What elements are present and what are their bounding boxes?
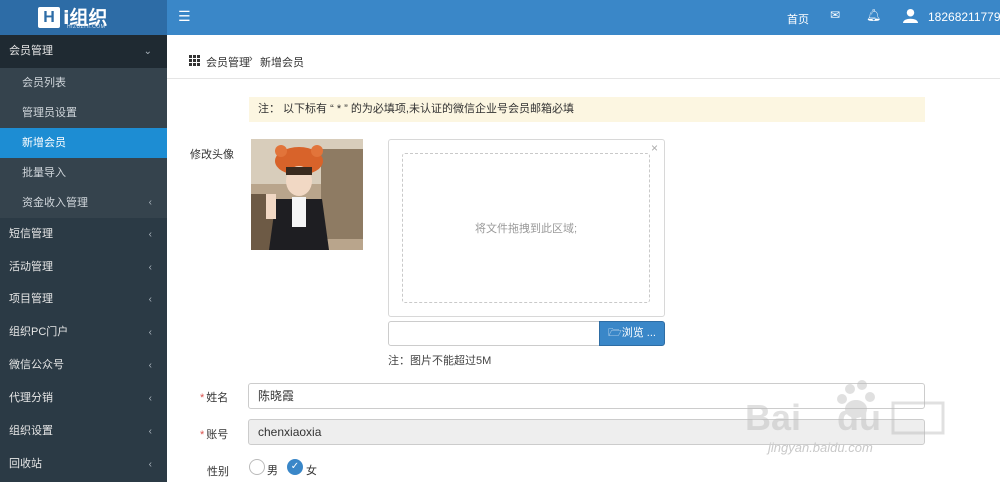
folder-open-icon: 🗁︎ bbox=[608, 327, 622, 339]
sidebar-group-wechat[interactable]: 微信公众号 ‹ bbox=[0, 349, 167, 382]
logo[interactable]: H i组织 HIZUZHI.COM bbox=[0, 0, 167, 35]
sidebar: 会员管理 ⌄ 会员列表 管理员设置 新增会员 批量导入 资金收入管理 ‹ 短信管… bbox=[0, 35, 167, 482]
name-label: 姓名 bbox=[206, 392, 229, 404]
sidebar-group-label: 代理分销 bbox=[9, 392, 53, 404]
account-label-row: * 账号 bbox=[200, 426, 228, 442]
chevron-left-icon: ‹ bbox=[148, 197, 152, 208]
avatar-image bbox=[251, 139, 363, 250]
home-link[interactable]: 首页 bbox=[787, 11, 809, 27]
breadcrumb-item[interactable]: 会员管理 bbox=[206, 54, 250, 70]
browse-button-label: 浏览 ... bbox=[621, 327, 656, 339]
chevron-left-icon: ‹ bbox=[148, 393, 152, 404]
close-icon[interactable]: × bbox=[651, 141, 658, 155]
sidebar-group-agency[interactable]: 代理分销 ‹ bbox=[0, 382, 167, 415]
browse-button[interactable]: 🗁︎浏览 ... bbox=[599, 321, 665, 346]
file-drop-zone[interactable]: 将文件拖拽到此区域; bbox=[402, 153, 650, 303]
sidebar-group-member[interactable]: 会员管理 ⌄ bbox=[0, 35, 167, 68]
sidebar-group-label: 回收站 bbox=[9, 458, 42, 470]
chevron-left-icon: ‹ bbox=[148, 360, 152, 371]
gender-label: 性别 bbox=[207, 466, 229, 478]
sidebar-group-label: 微信公众号 bbox=[9, 359, 64, 371]
gender-radio-female[interactable]: ✓ bbox=[287, 459, 303, 475]
watermark-url: jingyan.baidu.com bbox=[768, 440, 873, 455]
sidebar-group-pc-portal[interactable]: 组织PC门户 ‹ bbox=[0, 316, 167, 349]
sidebar-item-add-member[interactable]: 新增会员 bbox=[0, 128, 167, 158]
breadcrumb-separator: › bbox=[249, 53, 253, 65]
breadcrumb-current: 新增会员 bbox=[260, 57, 304, 69]
gender-option-male: 男 bbox=[267, 465, 278, 477]
upload-preview-box: × 将文件拖拽到此区域; bbox=[388, 139, 665, 317]
username[interactable]: 18268211779 bbox=[928, 10, 1000, 24]
sidebar-item-funds-income[interactable]: 资金收入管理 ‹ bbox=[0, 188, 167, 218]
required-notice: 注： 以下标有 “ * ” 的为必填项,未认证的微信企业号会员邮箱必填 bbox=[249, 97, 925, 122]
envelope-icon[interactable]: ✉ bbox=[830, 8, 840, 22]
grid-icon bbox=[189, 55, 200, 66]
chevron-left-icon: ‹ bbox=[148, 294, 152, 305]
gender-radio-male[interactable] bbox=[249, 459, 265, 475]
name-label-row: * 姓名 bbox=[200, 389, 228, 405]
sidebar-group-label: 会员管理 bbox=[9, 45, 53, 57]
logo-subtext: HIZUZHI.COM bbox=[67, 24, 106, 30]
chevron-left-icon: ‹ bbox=[148, 327, 152, 338]
sidebar-submenu: 会员列表 管理员设置 新增会员 批量导入 资金收入管理 ‹ bbox=[0, 68, 167, 218]
sidebar-item-label: 资金收入管理 bbox=[22, 197, 88, 209]
avatar-label: 修改头像 bbox=[190, 149, 234, 161]
sidebar-group-label: 活动管理 bbox=[9, 261, 53, 273]
logo-mark: H bbox=[38, 7, 60, 28]
file-path-input[interactable] bbox=[388, 321, 600, 346]
hamburger-icon[interactable]: ☰ bbox=[178, 8, 191, 25]
account-label: 账号 bbox=[206, 429, 229, 441]
sidebar-group-project[interactable]: 项目管理 ‹ bbox=[0, 283, 167, 316]
chevron-left-icon: ‹ bbox=[148, 459, 152, 470]
svg-text:Bai: Bai bbox=[745, 397, 801, 438]
sidebar-group-org-settings[interactable]: 组织设置 ‹ bbox=[0, 415, 167, 448]
sidebar-group-recycle[interactable]: 回收站 ‹ bbox=[0, 448, 167, 481]
chevron-down-icon: ⌄ bbox=[143, 46, 152, 57]
user-icon[interactable] bbox=[903, 8, 918, 23]
sidebar-group-label: 组织PC门户 bbox=[9, 326, 69, 338]
sidebar-group-activity[interactable]: 活动管理 ‹ bbox=[0, 251, 167, 284]
sidebar-item-admin-settings[interactable]: 管理员设置 bbox=[0, 98, 167, 128]
gender-option-female: 女 bbox=[306, 465, 317, 477]
sidebar-item-batch-import[interactable]: 批量导入 bbox=[0, 158, 167, 188]
bell-icon[interactable]: 🔔︎ bbox=[866, 8, 881, 22]
sidebar-group-sms[interactable]: 短信管理 ‹ bbox=[0, 218, 167, 251]
required-mark: * bbox=[200, 429, 205, 441]
upload-size-note: 注：图片不能超过5M bbox=[388, 355, 492, 367]
top-navbar: H i组织 HIZUZHI.COM ☰ 首页 ✉ 🔔︎ 18268211779 bbox=[0, 0, 1000, 35]
sidebar-group-label: 短信管理 bbox=[9, 228, 53, 240]
sidebar-group-label: 组织设置 bbox=[9, 425, 53, 437]
sidebar-item-member-list[interactable]: 会员列表 bbox=[0, 68, 167, 98]
chevron-left-icon: ‹ bbox=[148, 229, 152, 240]
sidebar-group-label: 项目管理 bbox=[9, 293, 53, 305]
breadcrumb: 会员管理 › 新增会员 bbox=[167, 35, 1000, 79]
chevron-left-icon: ‹ bbox=[148, 426, 152, 437]
required-mark: * bbox=[200, 392, 205, 404]
svg-text:du: du bbox=[837, 397, 881, 438]
chevron-left-icon: ‹ bbox=[148, 262, 152, 273]
